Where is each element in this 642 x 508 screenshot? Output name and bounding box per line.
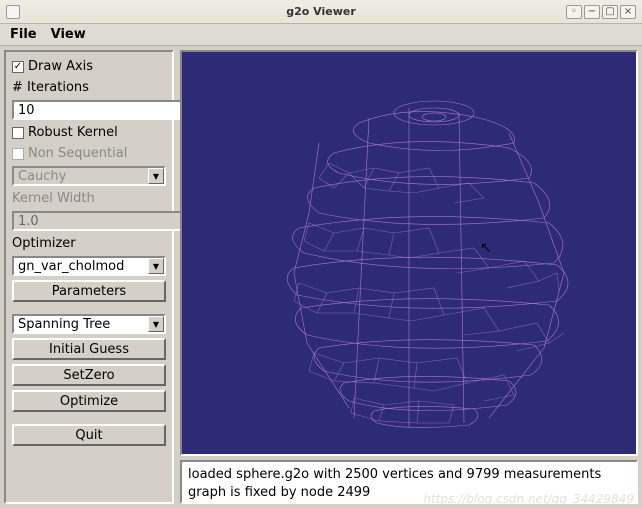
menu-file[interactable]: File xyxy=(4,25,43,44)
tree-combo-button[interactable]: ▼ xyxy=(148,316,164,332)
robust-kernel-label: Robust Kernel xyxy=(28,125,118,140)
window-controls: ◦ − ▢ × xyxy=(566,5,636,19)
content: Draw Axis # Iterations ▲ ▼ Robust Kernel… xyxy=(0,46,642,508)
window-title: g2o Viewer xyxy=(286,5,356,18)
maximize-button[interactable]: ▢ xyxy=(602,5,618,19)
kernel-width-row xyxy=(12,211,166,231)
chevron-down-icon: ▼ xyxy=(153,262,159,271)
optimizer-combo-value: gn_var_cholmod xyxy=(14,258,148,274)
kernel-width-input xyxy=(12,211,194,231)
optimizer-combo[interactable]: gn_var_cholmod ▼ xyxy=(12,256,166,276)
status-log: loaded sphere.g2o with 2500 vertices and… xyxy=(180,460,638,504)
setzero-button[interactable]: SetZero xyxy=(12,364,166,386)
close-button[interactable]: × xyxy=(620,5,636,19)
roll-up-button[interactable]: ◦ xyxy=(566,5,582,19)
iterations-label: # Iterations xyxy=(12,79,166,96)
wireframe-sphere xyxy=(239,73,579,433)
iterations-spinner: ▲ ▼ xyxy=(12,100,166,120)
status-line-2: graph is fixed by node 2499 xyxy=(188,484,630,502)
tree-combo[interactable]: Spanning Tree ▼ xyxy=(12,314,166,334)
initial-guess-button[interactable]: Initial Guess xyxy=(12,338,166,360)
status-line-1: loaded sphere.g2o with 2500 vertices and… xyxy=(188,466,630,484)
chevron-down-icon: ▼ xyxy=(153,320,159,329)
titlebar: g2o Viewer ◦ − ▢ × xyxy=(0,0,642,24)
non-sequential-row: Non Sequential xyxy=(12,145,166,162)
sidebar: Draw Axis # Iterations ▲ ▼ Robust Kernel… xyxy=(4,50,174,504)
menu-view[interactable]: View xyxy=(45,25,92,44)
kernel-combo-value: Cauchy xyxy=(14,168,148,184)
quit-button[interactable]: Quit xyxy=(12,424,166,446)
optimizer-label: Optimizer xyxy=(12,235,166,252)
robust-kernel-row[interactable]: Robust Kernel xyxy=(12,124,166,141)
non-sequential-checkbox xyxy=(12,148,24,160)
tree-combo-value: Spanning Tree xyxy=(14,316,148,332)
optimizer-combo-button[interactable]: ▼ xyxy=(148,258,164,274)
iterations-input[interactable] xyxy=(12,100,194,120)
non-sequential-label: Non Sequential xyxy=(28,146,127,161)
parameters-button[interactable]: Parameters xyxy=(12,280,166,302)
draw-axis-label: Draw Axis xyxy=(28,59,93,74)
chevron-down-icon: ▼ xyxy=(153,172,159,181)
robust-kernel-checkbox[interactable] xyxy=(12,127,24,139)
kernel-combo-button: ▼ xyxy=(148,168,164,184)
menubar: File View xyxy=(0,24,642,46)
draw-axis-checkbox[interactable] xyxy=(12,61,24,73)
kernel-combo: Cauchy ▼ xyxy=(12,166,166,186)
app-icon xyxy=(6,5,20,19)
main: ↖ loaded sphere.g2o with 2500 vertices a… xyxy=(180,50,638,504)
optimize-button[interactable]: Optimize xyxy=(12,390,166,412)
kernel-width-label: Kernel Width xyxy=(12,190,166,207)
viewport-3d[interactable]: ↖ xyxy=(180,50,638,456)
draw-axis-row[interactable]: Draw Axis xyxy=(12,58,166,75)
minimize-button[interactable]: − xyxy=(584,5,600,19)
